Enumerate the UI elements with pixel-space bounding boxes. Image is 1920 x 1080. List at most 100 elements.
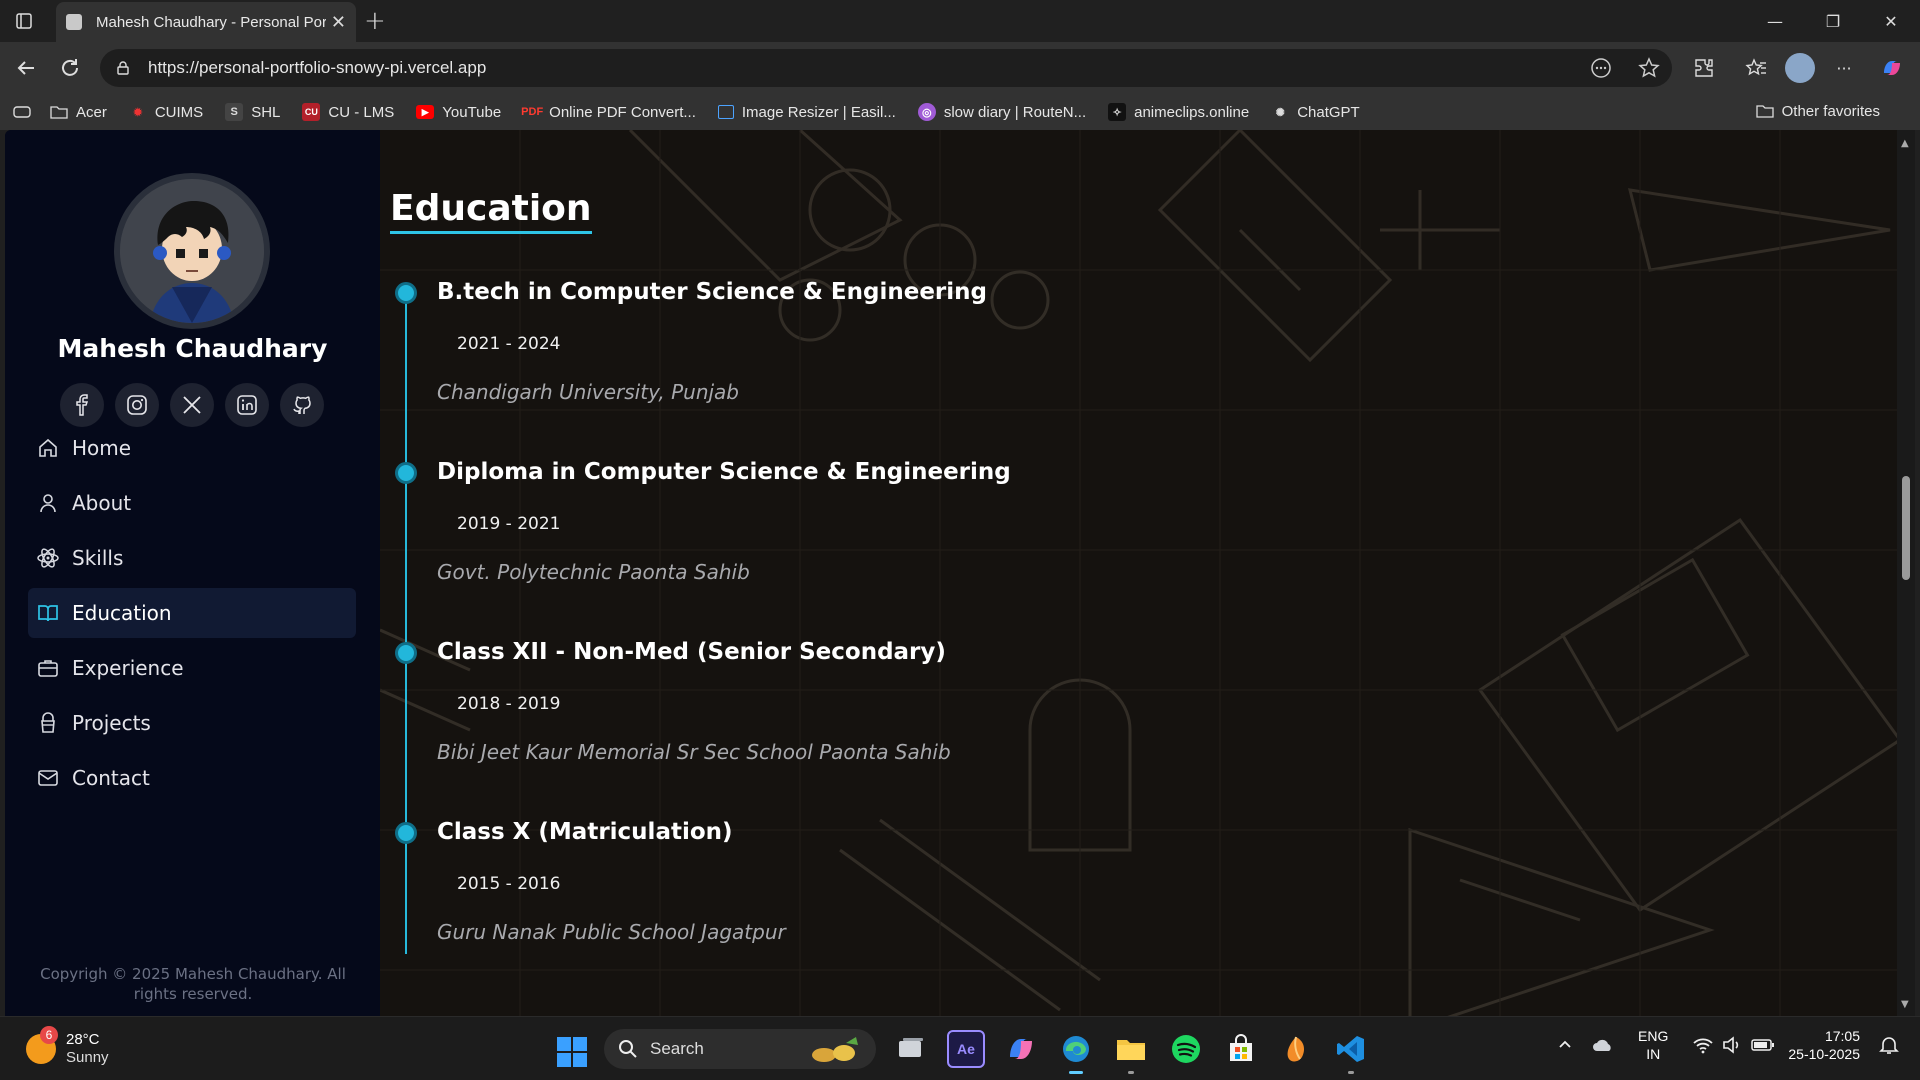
extensions-icon[interactable] bbox=[1690, 54, 1718, 82]
timeline-dot bbox=[395, 642, 417, 664]
timeline-dot bbox=[395, 282, 417, 304]
windows-start-icon[interactable] bbox=[557, 1037, 587, 1067]
new-tab-icon[interactable]: + bbox=[364, 6, 386, 36]
task-view-icon[interactable] bbox=[892, 1030, 930, 1068]
chevron-up-icon[interactable] bbox=[1552, 1032, 1578, 1058]
favorite-cu-lms[interactable]: CU CU - LMS bbox=[302, 103, 394, 121]
sidebar-item-about[interactable]: About bbox=[28, 478, 356, 528]
more-options-icon[interactable]: ··· bbox=[1830, 54, 1858, 82]
folder-icon bbox=[50, 103, 68, 121]
tab-actions-icon[interactable] bbox=[12, 9, 36, 33]
weather-condition: Sunny bbox=[66, 1049, 109, 1066]
battery-icon[interactable] bbox=[1750, 1032, 1776, 1058]
minimize-icon[interactable]: — bbox=[1746, 8, 1804, 34]
institution-name: Bibi Jeet Kaur Memorial Sr Sec School Pa… bbox=[437, 740, 951, 764]
favorite-youtube[interactable]: ▶ YouTube bbox=[416, 104, 501, 121]
sidebar-item-skills[interactable]: Skills bbox=[28, 533, 356, 583]
language-indicator[interactable]: ENG IN bbox=[1638, 1027, 1668, 1063]
back-icon[interactable] bbox=[12, 54, 40, 82]
animeclips-icon: ✧ bbox=[1108, 103, 1127, 121]
degree-years: 2018 - 2019 bbox=[457, 694, 561, 714]
instagram-icon[interactable] bbox=[115, 383, 159, 427]
temperature: 28°C bbox=[66, 1031, 100, 1048]
mail-icon bbox=[36, 766, 60, 790]
search-icon bbox=[619, 1040, 637, 1058]
taskbar-search[interactable]: Search bbox=[604, 1029, 876, 1069]
favorite-slow-diary[interactable]: ◎ slow diary | RouteN... bbox=[917, 103, 1086, 121]
favorite-acer[interactable]: Acer bbox=[50, 103, 107, 121]
search-highlight-icon bbox=[812, 1037, 858, 1062]
github-icon[interactable] bbox=[280, 383, 324, 427]
active-tab[interactable]: Mahesh Chaudhary - Personal Portfolio ✕ bbox=[56, 2, 356, 42]
copilot-icon[interactable] bbox=[1878, 54, 1906, 82]
favorite-animeclips[interactable]: ✧ animeclips.online bbox=[1108, 103, 1249, 121]
scrollbar-thumb[interactable] bbox=[1902, 476, 1910, 580]
youtube-icon: ▶ bbox=[416, 105, 435, 119]
vscode-icon[interactable] bbox=[1332, 1030, 1370, 1074]
collections-icon[interactable] bbox=[12, 104, 32, 120]
linkedin-icon[interactable] bbox=[225, 383, 269, 427]
sidebar-item-experience[interactable]: Experience bbox=[28, 643, 356, 693]
edge-icon[interactable] bbox=[1057, 1030, 1095, 1074]
store-icon[interactable] bbox=[1222, 1030, 1260, 1068]
sidebar-item-education[interactable]: Education bbox=[28, 588, 356, 638]
atom-icon bbox=[36, 546, 60, 570]
wifi-icon[interactable] bbox=[1690, 1032, 1716, 1058]
reader-icon[interactable] bbox=[1590, 57, 1612, 83]
scroll-down-icon[interactable]: ▼ bbox=[1901, 999, 1909, 1010]
scroll-up-icon[interactable]: ▲ bbox=[1901, 138, 1909, 149]
education-section: Education B.tech in Computer Science & E… bbox=[380, 130, 1897, 1016]
taskbar: 6 28°C Sunny Search Ae ENG IN 17:05 25-1… bbox=[0, 1016, 1920, 1080]
copilot-icon[interactable] bbox=[1002, 1030, 1040, 1068]
favorite-star-icon[interactable] bbox=[1638, 57, 1660, 83]
facebook-icon[interactable] bbox=[60, 383, 104, 427]
spotify-icon[interactable] bbox=[1167, 1030, 1205, 1068]
avatar bbox=[114, 173, 270, 329]
institution-name: Chandigarh University, Punjab bbox=[437, 380, 740, 404]
favorite-pdf[interactable]: PDF Online PDF Convert... bbox=[521, 103, 696, 121]
briefcase-icon bbox=[36, 656, 60, 680]
refresh-icon[interactable] bbox=[56, 54, 84, 82]
favorites-icon[interactable] bbox=[1742, 54, 1770, 82]
sidebar-item-contact[interactable]: Contact bbox=[28, 753, 356, 803]
user-icon bbox=[36, 491, 60, 515]
favorite-chatgpt[interactable]: ✺ ChatGPT bbox=[1271, 103, 1360, 121]
lms-icon: CU bbox=[302, 103, 321, 121]
sidebar-item-home[interactable]: Home bbox=[28, 423, 356, 473]
timeline-line bbox=[405, 290, 407, 954]
degree-title: Class X (Matriculation) bbox=[437, 819, 733, 845]
site-info-icon[interactable] bbox=[114, 59, 132, 77]
degree-years: 2021 - 2024 bbox=[457, 334, 561, 354]
x-icon[interactable] bbox=[170, 383, 214, 427]
page-title: Education bbox=[390, 188, 592, 234]
chatgpt-icon: ✺ bbox=[1275, 106, 1285, 119]
routenote-icon: ◎ bbox=[917, 103, 936, 121]
favorites-bar: Acer ✹ CUIMS S SHL CU CU - LMS ▶ YouTube PDF… bbox=[0, 94, 1920, 130]
after-effects-icon[interactable]: Ae bbox=[947, 1030, 985, 1068]
favorite-cuims[interactable]: ✹ CUIMS bbox=[129, 103, 203, 121]
folder-icon bbox=[1755, 102, 1774, 120]
sidebar-item-projects[interactable]: Projects bbox=[28, 698, 356, 748]
tab-title: Mahesh Chaudhary - Personal Portfolio bbox=[96, 13, 326, 31]
degree-years: 2015 - 2016 bbox=[457, 874, 561, 894]
close-window-icon[interactable]: ✕ bbox=[1862, 8, 1920, 34]
profile-name: Mahesh Chaudhary bbox=[57, 334, 328, 363]
browser-toolbar: https://personal-portfolio-snowy-pi.verc… bbox=[0, 42, 1920, 94]
clock[interactable]: 17:05 25-10-2025 bbox=[1788, 1027, 1860, 1063]
other-favorites[interactable]: Other favorites bbox=[1755, 102, 1880, 120]
profile-avatar-icon[interactable] bbox=[1785, 53, 1815, 83]
favorite-image-resizer[interactable]: Image Resizer | Easil... bbox=[717, 104, 896, 121]
file-explorer-icon[interactable] bbox=[1112, 1030, 1150, 1074]
page-scrollbar[interactable]: ▲ ▼ bbox=[1897, 130, 1915, 1016]
restore-icon[interactable]: ❐ bbox=[1804, 8, 1862, 34]
site-favicon-icon bbox=[66, 14, 82, 30]
institution-name: Guru Nanak Public School Jagatpur bbox=[437, 920, 786, 944]
onedrive-icon[interactable] bbox=[1590, 1032, 1616, 1058]
volume-icon[interactable] bbox=[1720, 1032, 1746, 1058]
favorite-shl[interactable]: S SHL bbox=[225, 103, 280, 121]
close-tab-icon[interactable]: ✕ bbox=[331, 12, 346, 33]
address-bar[interactable]: https://personal-portfolio-snowy-pi.verc… bbox=[100, 49, 1672, 87]
fl-studio-icon[interactable] bbox=[1277, 1030, 1315, 1068]
weather-widget[interactable]: 6 28°C Sunny bbox=[26, 1026, 109, 1067]
notification-bell-icon[interactable] bbox=[1876, 1032, 1902, 1058]
